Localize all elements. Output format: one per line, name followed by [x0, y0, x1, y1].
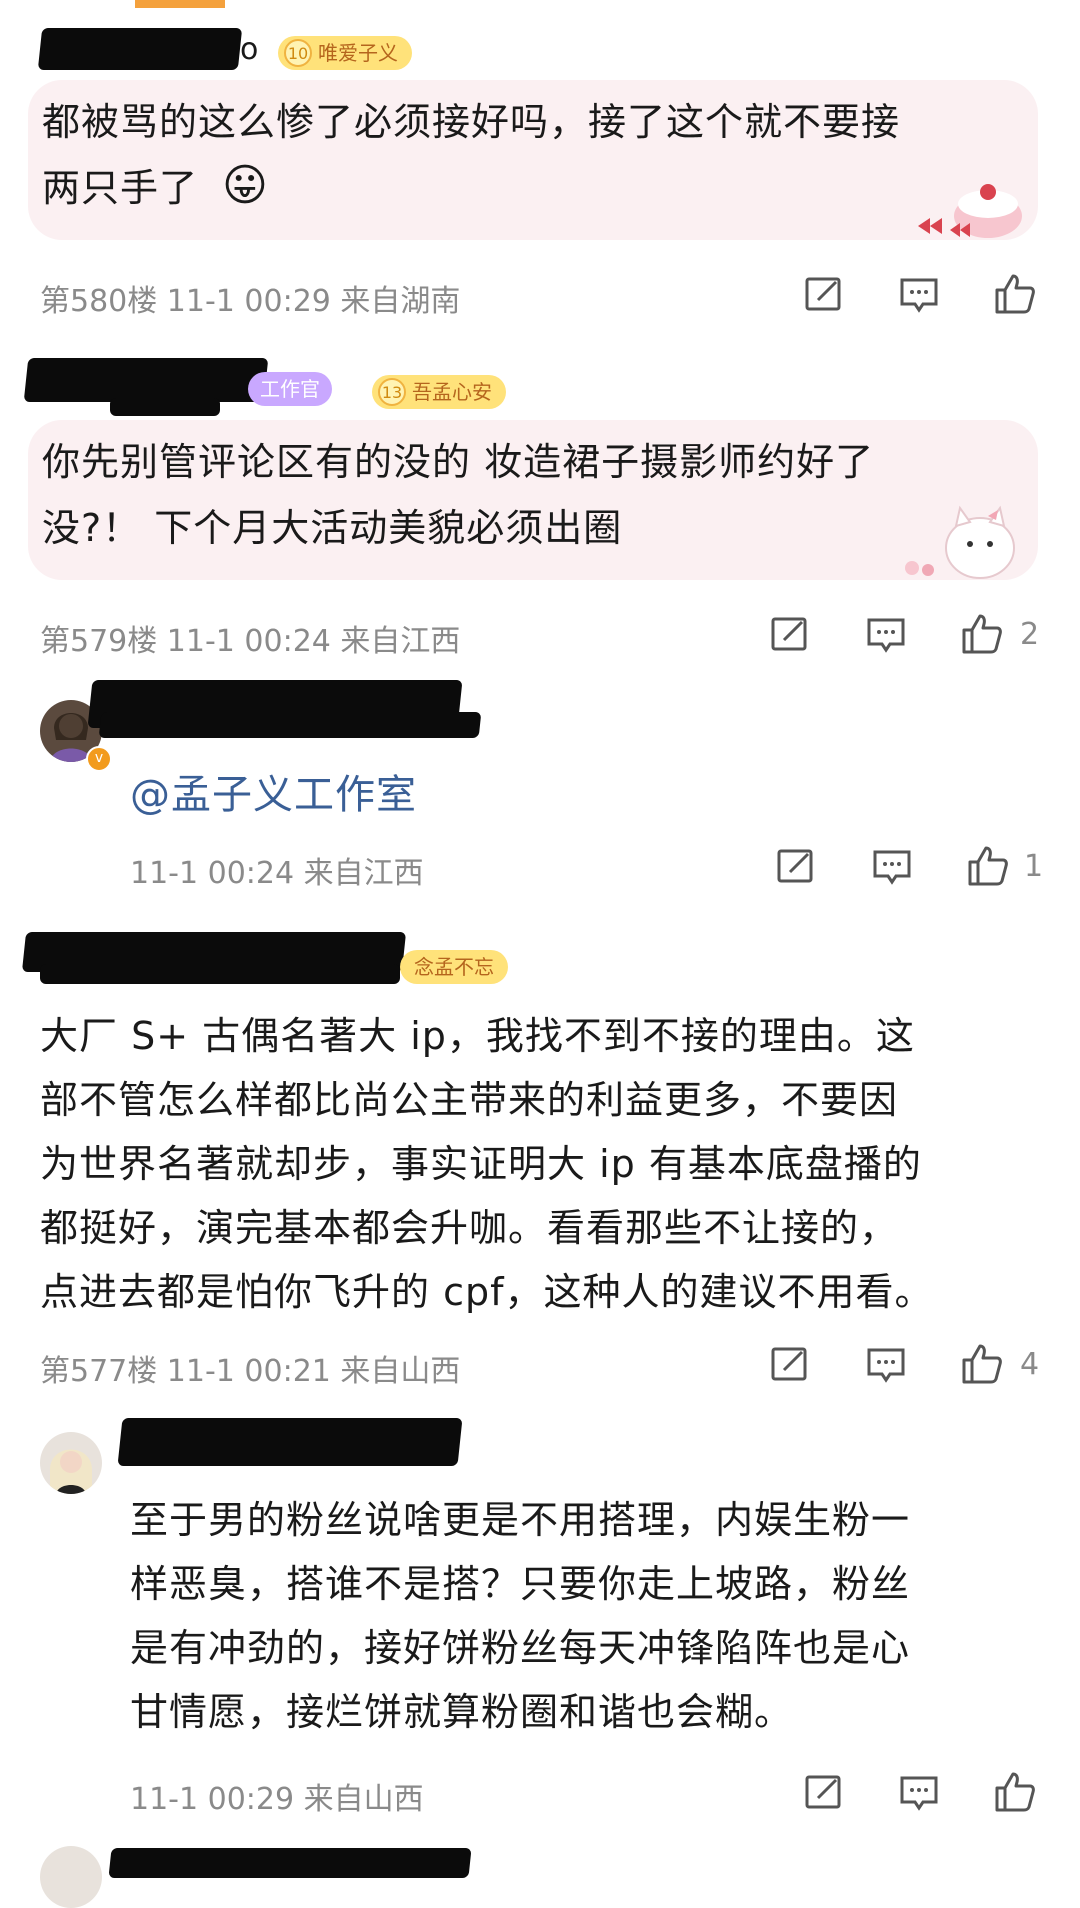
comment-text-line: 大厂 S+ 古偶名著大 ip，我找不到不接的理由。这 [40, 1014, 915, 1058]
like-icon[interactable] [960, 1342, 1004, 1386]
redacted-username [110, 398, 220, 416]
comment-icon[interactable] [864, 612, 908, 656]
comment-icon[interactable] [897, 1770, 941, 1814]
like-icon[interactable] [993, 272, 1037, 316]
badge-level: 10 [284, 39, 312, 67]
comment-text-line: 都挺好，演完基本都会升咖。看看那些不让接的， [40, 1206, 899, 1250]
reply-text-line: 甘情愿，接烂饼就算粉圈和谐也会糊。 [130, 1690, 794, 1734]
mention-link[interactable]: @孟子义工作室 [130, 762, 417, 820]
redacted-username [117, 1418, 463, 1466]
redacted-username [98, 712, 482, 738]
like-icon[interactable] [966, 844, 1010, 888]
comment-text-line: 都被骂的这么惨了必须接好吗，接了这个就不要接 [42, 100, 901, 144]
like-count: 4 [1020, 1347, 1040, 1382]
avatar[interactable] [40, 1432, 102, 1494]
like-icon[interactable] [993, 1770, 1037, 1814]
top-accent-bar [135, 0, 225, 8]
comment-icon[interactable] [870, 844, 914, 888]
redacted-username [37, 28, 243, 70]
comment-meta: 第580楼 11-1 00:29 来自湖南 [40, 284, 461, 319]
verified-icon: v [86, 746, 112, 772]
badge-level: 13 [378, 378, 406, 406]
reply-text-line: 样恶臭，搭谁不是搭？只要你走上坡路，粉丝 [130, 1562, 911, 1606]
comment-meta: 第579楼 11-1 00:24 来自江西 [40, 624, 461, 659]
cake-decoration-icon [918, 184, 1022, 238]
reply-text-line: 是有冲劲的，接好饼粉丝每天冲锋陷阵也是心 [130, 1626, 911, 1670]
edit-icon[interactable] [802, 1770, 846, 1814]
edit-icon[interactable] [768, 1342, 812, 1386]
comment-text-line: 为世界名著就却步，事实证明大 ip 有基本底盘播的 [40, 1142, 922, 1186]
like-icon[interactable] [960, 612, 1004, 656]
avatar[interactable] [40, 1846, 102, 1908]
comment-icon[interactable] [897, 272, 941, 316]
fan-badge[interactable]: 念孟不忘 [400, 950, 508, 984]
reply-meta: 11-1 00:29 来自山西 [130, 1782, 424, 1817]
badge-name: 唯爱子义 [318, 41, 398, 65]
redacted-username [108, 1848, 472, 1878]
like-count: 1 [1024, 849, 1044, 884]
tongue-emoji: 😛 [222, 160, 268, 211]
comment-meta: 第577楼 11-1 00:21 来自山西 [40, 1354, 461, 1389]
fan-badge[interactable]: 10 唯爱子义 [278, 36, 412, 70]
like-count: 2 [1020, 617, 1040, 652]
username-suffix: o [240, 32, 259, 67]
title-badge: 工作官 [248, 372, 332, 406]
redacted-username [23, 358, 269, 402]
badge-name: 吾孟心安 [412, 380, 492, 404]
edit-icon[interactable] [802, 272, 846, 316]
badge-name: 念孟不忘 [414, 955, 494, 979]
edit-icon[interactable] [768, 612, 812, 656]
comment-text-line: 两只手了 [42, 166, 199, 210]
fan-badge[interactable]: 13 吾孟心安 [372, 375, 506, 409]
reply-text-line: 至于男的粉丝说啥更是不用搭理，内娱生粉一 [130, 1498, 911, 1542]
comment-icon[interactable] [864, 1342, 908, 1386]
comment-text-line: 没?！ 下个月大活动美貌必须出圈 [42, 506, 623, 550]
cat-decoration-icon [905, 505, 1015, 579]
comment-text-line: 部不管怎么样都比尚公主带来的利益更多，不要因 [40, 1078, 899, 1122]
reply-meta: 11-1 00:24 来自江西 [130, 856, 424, 891]
comment-text-line: 你先别管评论区有的没的 妆造裙子摄影师约好了 [42, 440, 875, 484]
edit-icon[interactable] [774, 844, 818, 888]
redacted-username [40, 964, 400, 984]
comment-text-line: 点进去都是怕你飞升的 cpf，这种人的建议不用看。 [40, 1270, 934, 1314]
